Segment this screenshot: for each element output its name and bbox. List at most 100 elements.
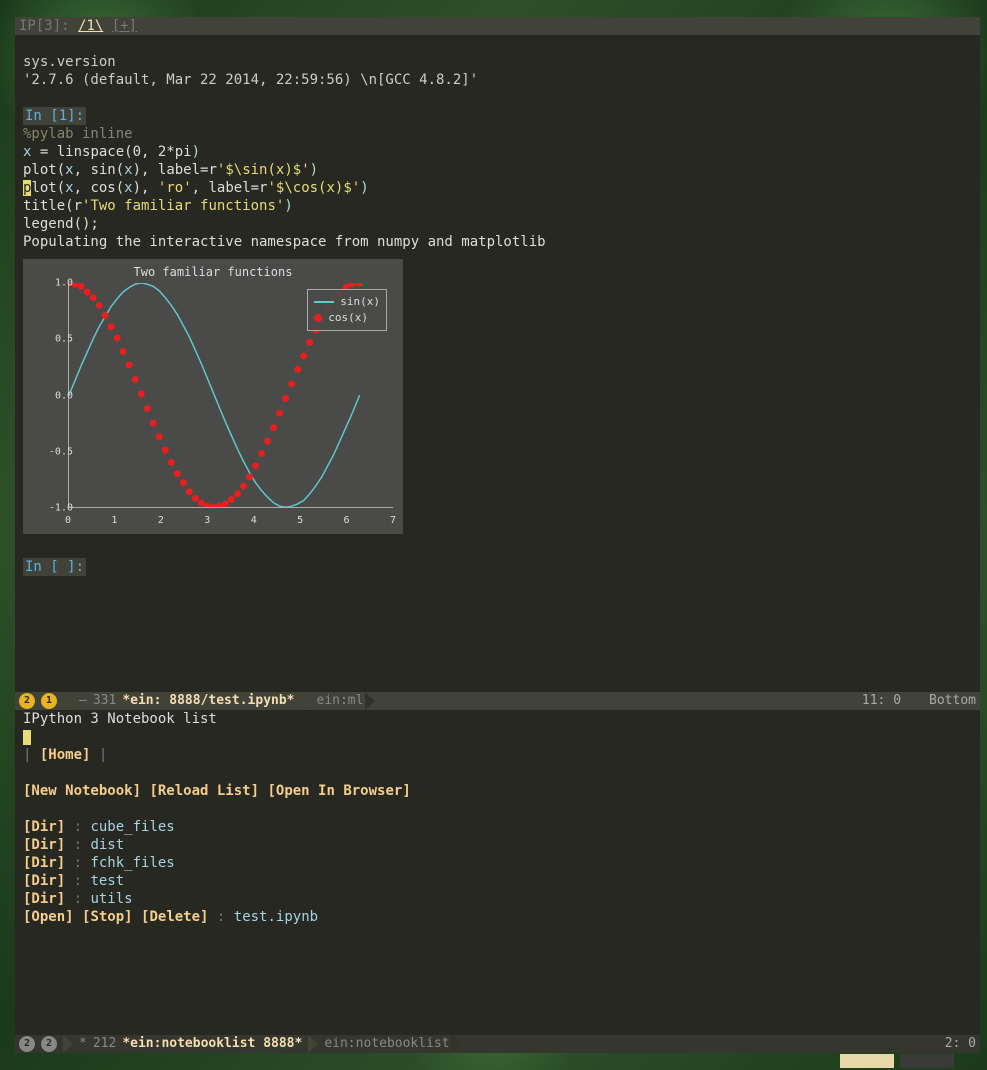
- cos-point: [138, 391, 145, 398]
- chevron-right-icon: [452, 1035, 462, 1053]
- open-button[interactable]: [Open]: [23, 909, 74, 925]
- y-tick: -0.5: [33, 446, 73, 457]
- tab-add[interactable]: [+]: [112, 18, 137, 34]
- legend-line-icon: [314, 301, 334, 303]
- dir-button[interactable]: [Dir]: [23, 891, 65, 907]
- dir-name[interactable]: utils: [90, 891, 132, 907]
- taskbar-item[interactable]: [840, 1054, 894, 1068]
- cos-point: [240, 482, 247, 489]
- y-tick: 0.0: [33, 390, 73, 401]
- cos-point: [198, 499, 205, 506]
- chevron-right-icon: [365, 692, 375, 710]
- cos-point: [84, 288, 91, 295]
- cos-point: [156, 433, 163, 440]
- cos-point: [186, 488, 193, 495]
- tab-selected[interactable]: /1\: [78, 18, 103, 34]
- reload-list-button[interactable]: [Reload List]: [149, 783, 259, 799]
- file-row: [Open] [Stop] [Delete] : test.ipynb: [23, 908, 972, 926]
- buffer-name: *ein:notebooklist 8888*: [122, 1035, 302, 1053]
- dir-name[interactable]: cube_files: [90, 819, 174, 835]
- taskbar-item[interactable]: [900, 1054, 954, 1068]
- cos-point: [96, 302, 103, 309]
- dir-button[interactable]: [Dir]: [23, 855, 65, 871]
- dir-name[interactable]: fchk_files: [90, 855, 174, 871]
- code-line: %pylab inline: [23, 126, 133, 142]
- cos-point: [294, 366, 301, 373]
- cos-point: [126, 361, 133, 368]
- x-tick: 4: [251, 515, 257, 526]
- major-mode: ein:ml: [317, 692, 364, 710]
- dir-row: [Dir] : cube_files: [23, 818, 972, 836]
- cos-point: [246, 474, 253, 481]
- code-line: legend();: [23, 216, 99, 232]
- out-line: '2.7.6 (default, Mar 22 2014, 22:59:56) …: [23, 72, 478, 88]
- y-tick: 0.5: [33, 334, 73, 345]
- breadcrumb-home[interactable]: [Home]: [40, 747, 91, 763]
- cos-point: [102, 312, 109, 319]
- in-prompt-empty: In [ ]:: [23, 558, 86, 576]
- new-notebook-button[interactable]: [New Notebook]: [23, 783, 141, 799]
- delete-button[interactable]: [Delete]: [141, 909, 208, 925]
- legend-row: sin(x): [314, 294, 380, 310]
- open-in-browser-button[interactable]: [Open In Browser]: [267, 783, 410, 799]
- cos-point: [108, 323, 115, 330]
- cos-point: [114, 334, 121, 341]
- cos-point: [348, 283, 355, 288]
- notebook-list[interactable]: IPython 3 Notebook list | [Home] | [New …: [15, 710, 980, 926]
- chart: Two familiar functions sin(x) cos(x) -1.…: [23, 259, 403, 534]
- notebooklist-pane: IPython 3 Notebook list | [Home] | [New …: [15, 710, 980, 1035]
- cos-point: [90, 294, 97, 301]
- breadcrumb-sep: |: [99, 747, 107, 763]
- x-tick: 6: [344, 515, 350, 526]
- cursor-position: 2: 0: [945, 1035, 976, 1053]
- x-tick: 7: [390, 515, 396, 526]
- code-line: x = linspace(0, 2*pi): [23, 144, 200, 160]
- x-tick: 5: [297, 515, 303, 526]
- dir-button[interactable]: [Dir]: [23, 819, 65, 835]
- cos-point: [192, 495, 199, 502]
- file-name[interactable]: test.ipynb: [234, 909, 318, 925]
- code-line: title(r'Two familiar functions'): [23, 198, 293, 214]
- tab-prefix: IP[3]:: [19, 18, 70, 34]
- x-tick: 2: [158, 515, 164, 526]
- cos-point: [150, 420, 157, 427]
- notebook-pane: IP[3]: /1\ [+] sys.version '2.7.6 (defau…: [15, 17, 980, 692]
- code-area[interactable]: In [ ]:: [15, 540, 980, 594]
- major-mode: ein:notebooklist: [324, 1035, 449, 1053]
- legend: sin(x) cos(x): [307, 289, 387, 331]
- cos-point: [204, 503, 211, 508]
- modeline-bottom: 2 2 * 212 *ein:notebooklist 8888* ein:no…: [15, 1035, 980, 1053]
- cos-point: [270, 424, 277, 431]
- modeline-dash: —: [79, 692, 87, 710]
- legend-label: cos(x): [328, 310, 368, 326]
- cos-point: [168, 459, 175, 466]
- chart-title: Two familiar functions: [23, 265, 403, 279]
- cos-point: [258, 450, 265, 457]
- chevron-right-icon: [301, 692, 311, 710]
- buffer-name: *ein: 8888/test.ipynb*: [122, 692, 294, 710]
- dir-button[interactable]: [Dir]: [23, 873, 65, 889]
- workspace-badge[interactable]: 2: [19, 1036, 35, 1052]
- modeline-num: 212: [93, 1035, 116, 1053]
- dir-button[interactable]: [Dir]: [23, 837, 65, 853]
- legend-dot-icon: [314, 314, 322, 322]
- cos-point: [288, 380, 295, 387]
- x-tick: 3: [204, 515, 210, 526]
- workspace-badge[interactable]: 2: [41, 1036, 57, 1052]
- cos-point: [132, 376, 139, 383]
- code-area[interactable]: sys.version '2.7.6 (default, Mar 22 2014…: [15, 35, 980, 251]
- cos-point: [78, 283, 85, 290]
- chevron-right-icon: [308, 1035, 318, 1053]
- chevron-right-icon: [63, 1035, 73, 1053]
- cos-point: [210, 504, 217, 507]
- stop-button[interactable]: [Stop]: [82, 909, 133, 925]
- dir-name[interactable]: test: [90, 873, 124, 889]
- cos-point: [174, 470, 181, 477]
- workspace-badge[interactable]: 1: [41, 693, 57, 709]
- cos-point: [306, 339, 313, 346]
- in-prompt: In [1]:: [23, 107, 86, 125]
- dir-name[interactable]: dist: [90, 837, 124, 853]
- plot-area: sin(x) cos(x): [68, 283, 393, 508]
- workspace-badge[interactable]: 2: [19, 693, 35, 709]
- y-tick: 1.0: [33, 278, 73, 289]
